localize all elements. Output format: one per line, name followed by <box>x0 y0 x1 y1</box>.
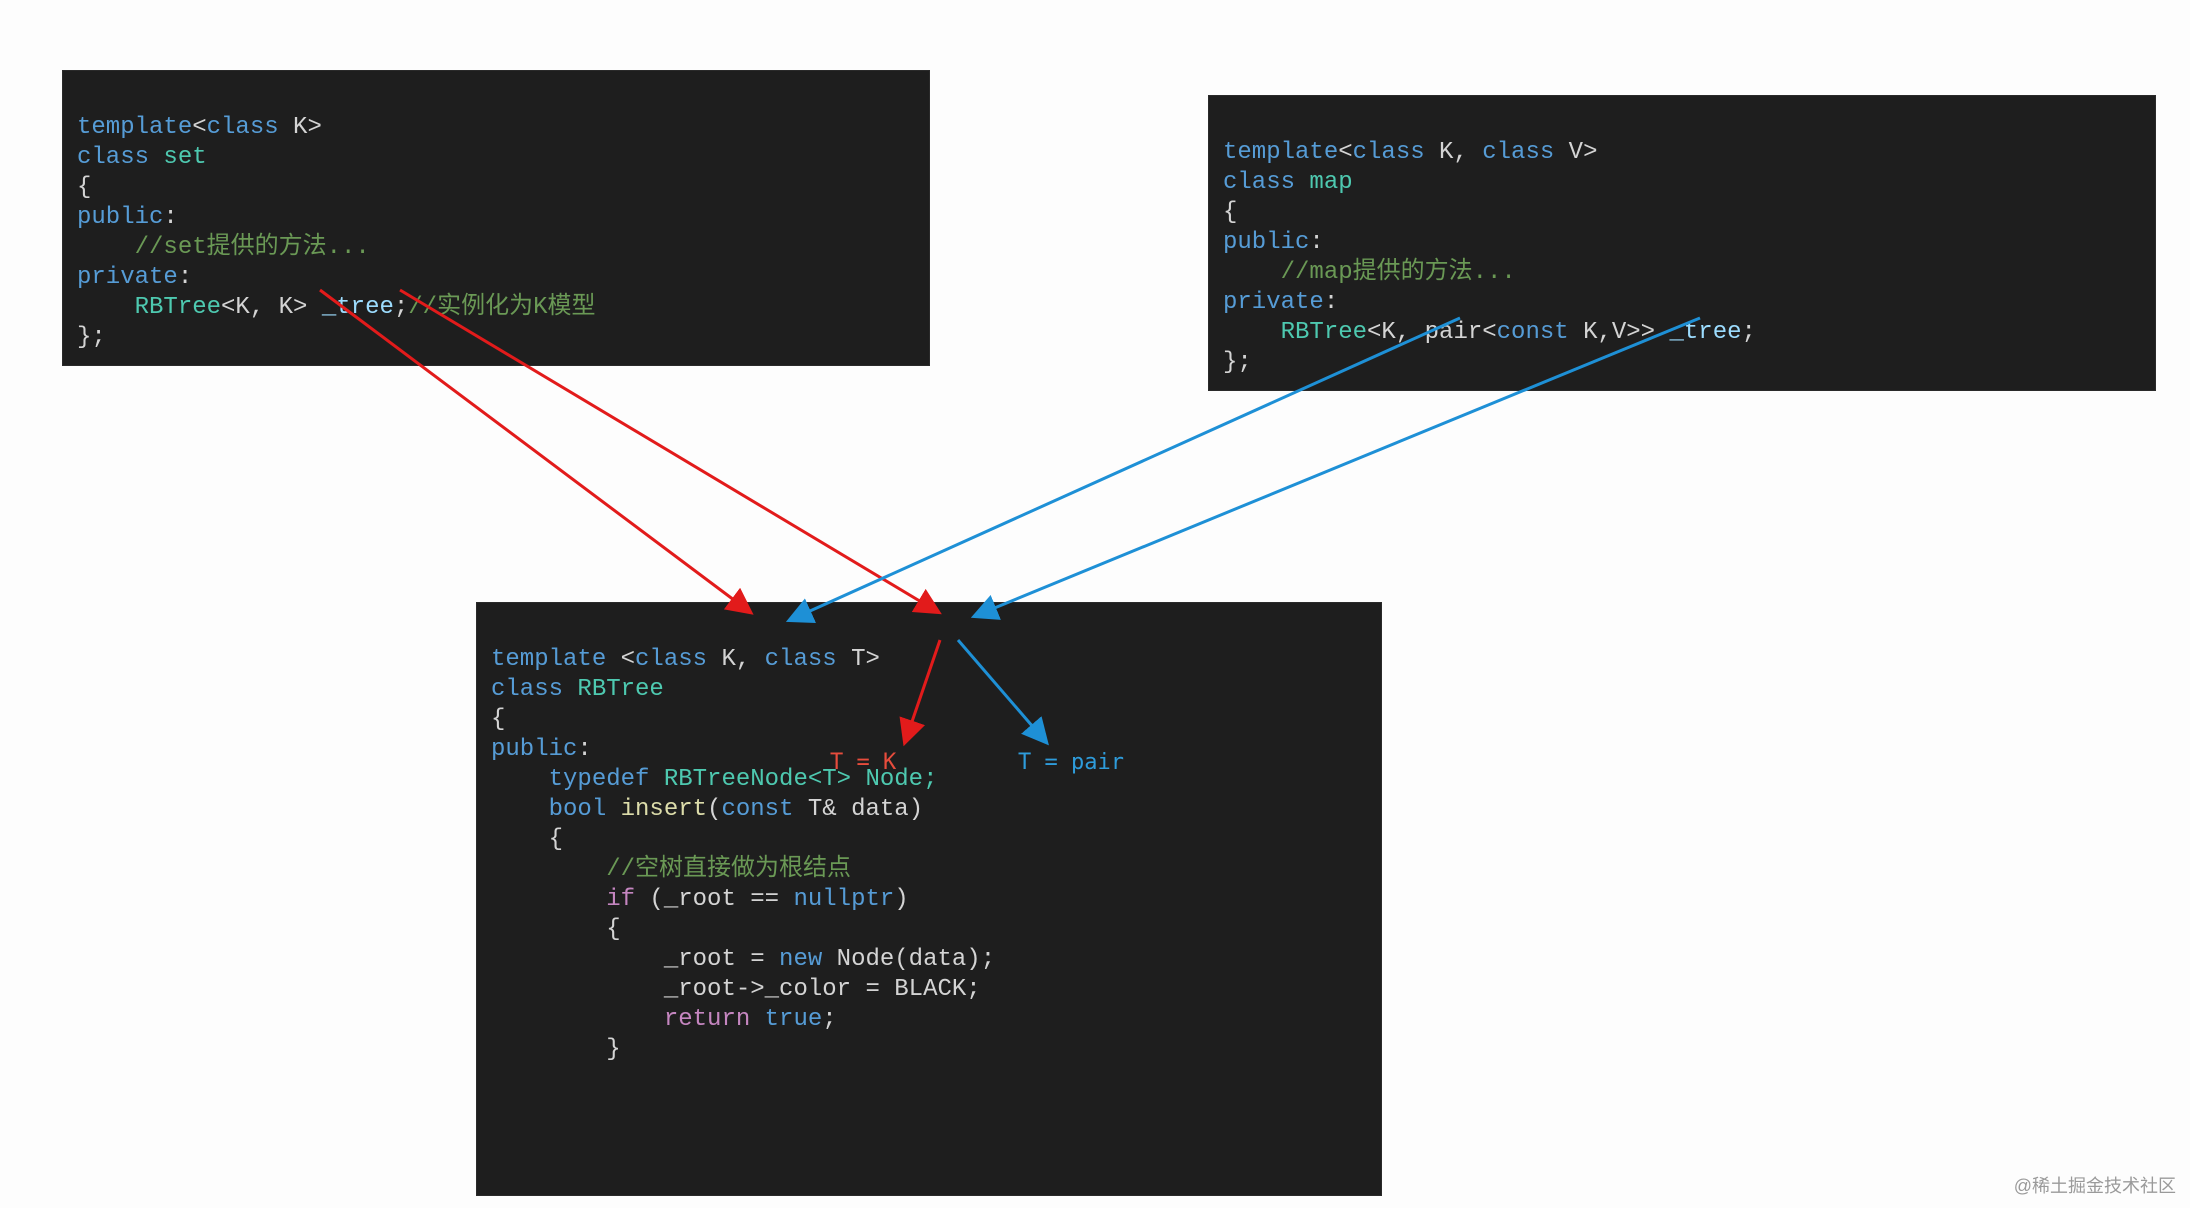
kw-template: template <box>77 114 192 141</box>
annotation-t-equals-k: T = K <box>830 750 896 775</box>
annotation-t-equals-pair: T = pair <box>1018 750 1124 775</box>
code-panel-set: template<class K> class set { public: //… <box>62 70 930 366</box>
code-panel-rbtree: template <class K, class T> class RBTree… <box>476 602 1382 1196</box>
watermark: @稀土掘金技术社区 <box>2014 1172 2176 1198</box>
code-panel-map: template<class K, class V> class map { p… <box>1208 95 2156 391</box>
